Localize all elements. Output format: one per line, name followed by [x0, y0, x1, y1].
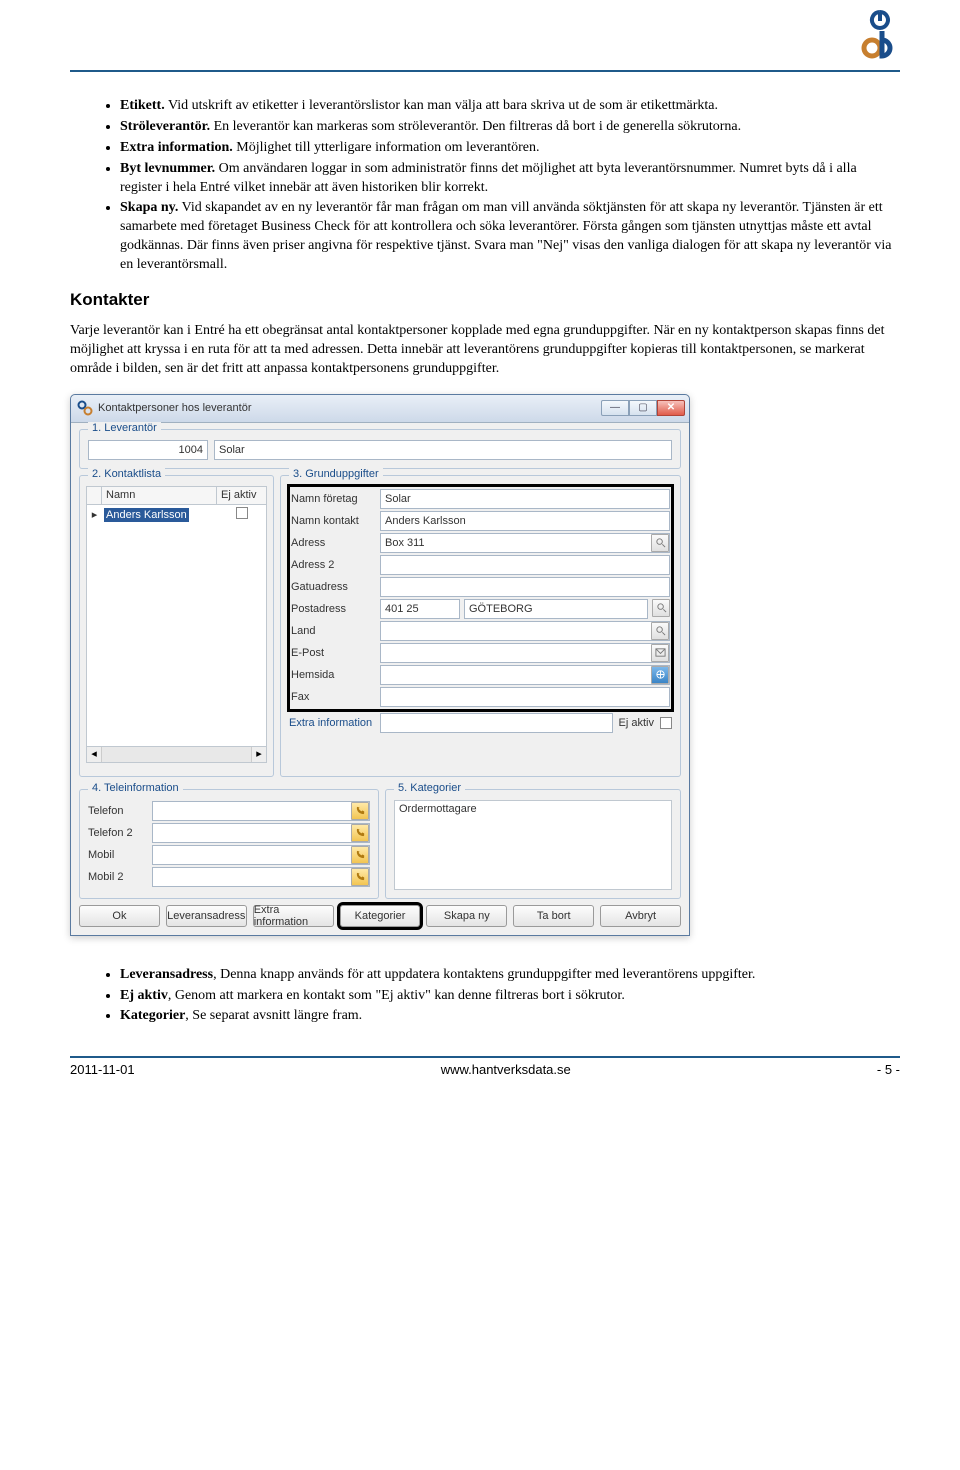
page-footer: 2011-11-01 www.hantverksdata.se - 5 - — [70, 1058, 900, 1077]
minimize-button[interactable]: — — [601, 400, 629, 416]
extra-information-button[interactable]: Extra information — [253, 905, 334, 927]
leveransadress-button[interactable]: Leveransadress — [166, 905, 247, 927]
group-kategorier: 5. Kategorier Ordermottagare — [385, 789, 681, 899]
bullet-item: Ej aktiv, Genom att markera en kontakt s… — [120, 987, 900, 1006]
grid-row-selected[interactable]: ▸ Anders Karlsson — [87, 505, 266, 525]
land-field[interactable] — [380, 621, 670, 641]
bullet-item: Kategorier, Se separat avsnitt längre fr… — [120, 1007, 900, 1026]
post-lookup-icon[interactable] — [652, 599, 670, 617]
skapa-ny-button[interactable]: Skapa ny — [426, 905, 507, 927]
grid-col-ejaktiv[interactable]: Ej aktiv — [217, 487, 266, 504]
bullet-item: Ströleverantör. En leverantör kan marker… — [120, 118, 900, 137]
epost-field[interactable] — [380, 643, 670, 663]
scroll-left-icon[interactable]: ◂ — [87, 747, 102, 762]
telefon-dial-icon[interactable] — [351, 802, 369, 820]
grid-header: Namn Ej aktiv — [86, 486, 267, 505]
kategorier-button[interactable]: Kategorier — [340, 905, 421, 927]
maximize-button[interactable]: ▢ — [629, 400, 657, 416]
brand-logo — [860, 10, 900, 65]
telefon2-dial-icon[interactable] — [351, 824, 369, 842]
mobil2-field[interactable] — [152, 867, 370, 887]
grid-body[interactable]: ▸ Anders Karlsson — [86, 505, 267, 747]
app-icon — [77, 400, 93, 416]
bullet-item: Leveransadress, Denna knapp används för … — [120, 966, 900, 985]
group-kontaktlista: 2. Kontaktlista Namn Ej aktiv ▸ Anders K — [79, 475, 274, 777]
hemsida-icon[interactable] — [651, 666, 669, 684]
epost-icon[interactable] — [651, 644, 669, 662]
section-heading: Kontakter — [70, 290, 900, 310]
mobil-field[interactable] — [152, 845, 370, 865]
bullet-list-bottom: Leveransadress, Denna knapp används för … — [70, 966, 900, 1027]
postort-field[interactable]: GÖTEBORG — [464, 599, 648, 619]
row-indicator-icon: ▸ — [87, 508, 102, 521]
footer-date: 2011-11-01 — [70, 1062, 135, 1077]
bullet-item: Extra information. Möjlighet till ytterl… — [120, 139, 900, 158]
postnr-field[interactable]: 401 25 — [380, 599, 460, 619]
ejaktiv-checkbox[interactable] — [236, 507, 248, 519]
titlebar: Kontaktpersoner hos leverantör — ▢ ✕ — [71, 395, 689, 423]
grid-col-namn[interactable]: Namn — [102, 487, 217, 504]
kategori-list[interactable]: Ordermottagare — [394, 800, 672, 890]
header-rule — [70, 70, 900, 72]
extra-info-link[interactable]: Extra information — [289, 717, 374, 729]
namnforetag-field[interactable]: Solar — [380, 489, 670, 509]
land-lookup-icon[interactable] — [651, 622, 669, 640]
telefon-field[interactable] — [152, 801, 370, 821]
horizontal-scrollbar[interactable]: ◂ ▸ — [86, 747, 267, 763]
group-teleinformation: 4. Teleinformation Telefon Telefon 2 Mob… — [79, 789, 379, 899]
ta-bort-button[interactable]: Ta bort — [513, 905, 594, 927]
footer-url: www.hantverksdata.se — [441, 1062, 571, 1077]
ok-button[interactable]: Ok — [79, 905, 160, 927]
footer-page: - 5 - — [877, 1062, 900, 1077]
avbryt-button[interactable]: Avbryt — [600, 905, 681, 927]
close-button[interactable]: ✕ — [657, 400, 685, 416]
adress-lookup-icon[interactable] — [651, 534, 669, 552]
dialog-screenshot: Kontaktpersoner hos leverantör — ▢ ✕ 1. … — [70, 394, 900, 936]
leverantor-name-field[interactable]: Solar — [214, 440, 672, 460]
mobil-dial-icon[interactable] — [351, 846, 369, 864]
bullet-item: Byt levnummer. Om användaren loggar in s… — [120, 160, 900, 198]
window-title: Kontaktpersoner hos leverantör — [98, 402, 601, 414]
ejaktiv-grund-checkbox[interactable] — [660, 717, 672, 729]
group-grunduppgifter: 3. Grunduppgifter Namn företagSolar Namn… — [280, 475, 681, 777]
gatuadress-field[interactable] — [380, 577, 670, 597]
intro-paragraph: Varje leverantör kan i Entré ha ett obeg… — [70, 322, 900, 379]
mobil2-dial-icon[interactable] — [351, 868, 369, 886]
hemsida-field[interactable] — [380, 665, 670, 685]
fax-field[interactable] — [380, 687, 670, 707]
adress-field[interactable]: Box 311 — [380, 533, 670, 553]
bullet-item: Etikett. Vid utskrift av etiketter i lev… — [120, 97, 900, 116]
group-leverantor: 1. Leverantör 1004 Solar — [79, 429, 681, 469]
leverantor-id-field[interactable]: 1004 — [88, 440, 208, 460]
extra-info-field[interactable] — [380, 713, 613, 733]
bullet-item: Skapa ny. Vid skapandet av en ny leveran… — [120, 199, 900, 275]
scroll-right-icon[interactable]: ▸ — [251, 747, 266, 762]
bullet-list-top: Etikett. Vid utskrift av etiketter i lev… — [70, 97, 900, 275]
namnkontakt-field[interactable]: Anders Karlsson — [380, 511, 670, 531]
dialog-window: Kontaktpersoner hos leverantör — ▢ ✕ 1. … — [70, 394, 690, 936]
adress2-field[interactable] — [380, 555, 670, 575]
telefon2-field[interactable] — [152, 823, 370, 843]
